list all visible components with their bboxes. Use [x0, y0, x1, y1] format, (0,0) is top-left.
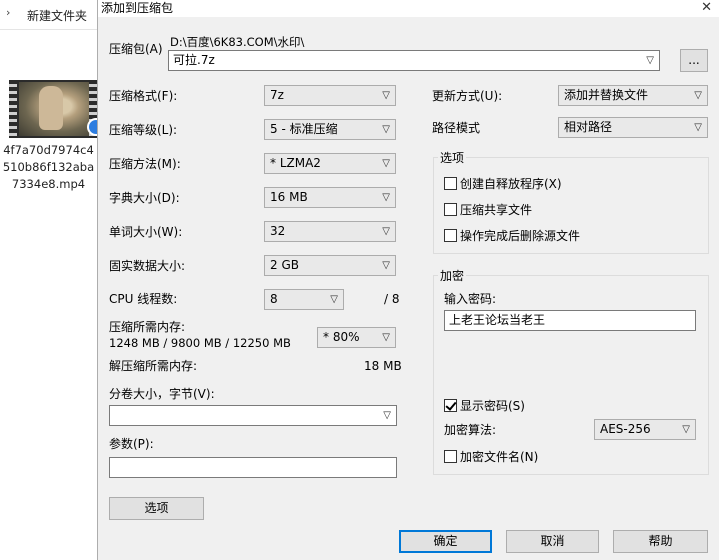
chevron-down-icon: ▽	[382, 192, 390, 203]
encryption-group-title: 加密	[438, 268, 467, 284]
volume-size-combobox[interactable]: ▽	[109, 405, 397, 426]
password-value: 上老王论坛当老王	[449, 313, 546, 327]
params-input[interactable]	[109, 457, 397, 478]
path-mode-label: 路径模式	[432, 121, 481, 135]
update-mode-label: 更新方式(U):	[432, 89, 503, 103]
show-password-label: 显示密码(S)	[460, 399, 525, 413]
help-button[interactable]: 帮助	[613, 530, 708, 553]
format-value: 7z	[270, 88, 284, 102]
word-label: 单词大小(W):	[109, 225, 183, 239]
breadcrumb-folder[interactable]: 新建文件夹	[27, 7, 87, 24]
update-mode-select[interactable]: 添加并替换文件 ▽	[558, 85, 708, 106]
chevron-down-icon: ▽	[382, 226, 390, 237]
solid-select[interactable]: 2 GB ▽	[264, 255, 396, 276]
sfx-checkbox[interactable]: 创建自释放程序(X)	[444, 175, 562, 192]
sfx-label: 创建自释放程序(X)	[460, 177, 562, 191]
threads-label: CPU 线程数:	[109, 292, 178, 306]
chevron-down-icon: ▽	[382, 158, 390, 169]
dict-select[interactable]: 16 MB ▽	[264, 187, 396, 208]
chevron-down-icon: ▽	[330, 294, 338, 305]
chevron-down-icon: ▽	[382, 124, 390, 135]
chevron-down-icon: ▽	[382, 90, 390, 101]
format-label: 压缩格式(F):	[109, 89, 178, 103]
archive-name-value: 可拉.7z	[173, 53, 215, 67]
film-strip-icon	[9, 80, 17, 138]
shared-files-label: 压缩共享文件	[460, 203, 533, 217]
file-name-line: 7334e8.mp4	[11, 177, 86, 191]
encryption-method-value: AES-256	[600, 422, 651, 436]
chevron-down-icon: ▽	[682, 424, 690, 435]
encrypt-names-label: 加密文件名(N)	[460, 450, 539, 464]
close-icon[interactable]: ✕	[701, 0, 712, 16]
file-name-line: 510b86f132aba	[2, 160, 95, 174]
encryption-method-select[interactable]: AES-256 ▽	[594, 419, 696, 440]
chevron-down-icon: ▽	[382, 260, 390, 271]
threads-select[interactable]: 8 ▽	[264, 289, 344, 310]
ok-button[interactable]: 确定	[399, 530, 492, 553]
level-label: 压缩等级(L):	[109, 123, 178, 137]
video-thumbnail[interactable]	[9, 80, 97, 138]
chevron-down-icon[interactable]: ▽	[383, 406, 391, 425]
method-value: * LZMA2	[270, 156, 321, 170]
solid-label: 固实数据大小:	[109, 259, 186, 273]
checkbox-box[interactable]	[444, 450, 457, 463]
chevron-down-icon: ▽	[382, 332, 390, 343]
chevron-down-icon: ▽	[694, 90, 702, 101]
mem-comp-detail: 1248 MB / 9800 MB / 12250 MB	[109, 336, 291, 350]
update-mode-value: 添加并替换文件	[564, 88, 649, 102]
dict-label: 字典大小(D):	[109, 191, 180, 205]
checkbox-box[interactable]	[444, 177, 457, 190]
archive-label: 压缩包(A)	[109, 42, 163, 56]
explorer-header: › 新建文件夹	[0, 0, 97, 30]
browse-button[interactable]: ...	[680, 49, 708, 72]
mem-decomp-label: 解压缩所需内存:	[109, 359, 198, 373]
threads-total: / 8	[384, 292, 400, 306]
thumbnail-figure	[39, 86, 63, 130]
path-mode-value: 相对路径	[564, 120, 613, 134]
mem-decomp-value: 18 MB	[364, 359, 402, 373]
level-value: 5 - 标准压缩	[270, 122, 338, 136]
password-label: 输入密码:	[444, 292, 497, 306]
word-value: 32	[270, 224, 286, 238]
cancel-button[interactable]: 取消	[506, 530, 599, 553]
encryption-method-label: 加密算法:	[444, 423, 497, 437]
path-mode-select[interactable]: 相对路径 ▽	[558, 117, 708, 138]
method-label: 压缩方法(M):	[109, 157, 181, 171]
word-select[interactable]: 32 ▽	[264, 221, 396, 242]
chevron-right-icon[interactable]: ›	[6, 6, 10, 19]
explorer-background: › 新建文件夹 4f7a70d7974c4 510b86f132aba 7334…	[0, 0, 97, 560]
method-select[interactable]: * LZMA2 ▽	[264, 153, 396, 174]
mem-comp-label: 压缩所需内存:	[109, 320, 186, 334]
level-select[interactable]: 5 - 标准压缩 ▽	[264, 119, 396, 140]
chevron-down-icon[interactable]: ▽	[646, 51, 654, 70]
file-name[interactable]: 4f7a70d7974c4 510b86f132aba 7334e8.mp4	[0, 142, 97, 193]
options-group-title: 选项	[438, 150, 467, 166]
encrypt-names-checkbox[interactable]: 加密文件名(N)	[444, 448, 538, 465]
archive-path: D:\百度\6K83.COM\水印\	[170, 35, 305, 49]
volume-label: 分卷大小，字节(V):	[109, 387, 215, 401]
dialog-title: 添加到压缩包	[101, 1, 174, 15]
checkbox-box-checked[interactable]	[444, 399, 457, 412]
dict-value: 16 MB	[270, 190, 308, 204]
threads-value: 8	[270, 292, 278, 306]
delete-after-checkbox[interactable]: 操作完成后删除源文件	[444, 227, 580, 244]
add-to-archive-dialog: 添加到压缩包 ✕ 压缩包(A) D:\百度\6K83.COM\水印\ 可拉.7z…	[97, 0, 719, 560]
params-label: 参数(P):	[109, 437, 154, 451]
title-bar[interactable]: 添加到压缩包 ✕	[98, 0, 719, 17]
options-button[interactable]: 选项	[109, 497, 204, 520]
delete-after-label: 操作完成后删除源文件	[460, 229, 581, 243]
file-name-line: 4f7a70d7974c4	[3, 143, 94, 157]
chevron-down-icon: ▽	[694, 122, 702, 133]
solid-value: 2 GB	[270, 258, 299, 272]
archive-name-combobox[interactable]: 可拉.7z ▽	[168, 50, 660, 71]
shared-files-checkbox[interactable]: 压缩共享文件	[444, 201, 532, 218]
mem-usage-value: * 80%	[323, 330, 360, 344]
mem-usage-select[interactable]: * 80% ▽	[317, 327, 396, 348]
show-password-checkbox[interactable]: 显示密码(S)	[444, 397, 525, 414]
checkbox-box[interactable]	[444, 203, 457, 216]
format-select[interactable]: 7z ▽	[264, 85, 396, 106]
password-input[interactable]: 上老王论坛当老王	[444, 310, 696, 331]
checkbox-box[interactable]	[444, 229, 457, 242]
